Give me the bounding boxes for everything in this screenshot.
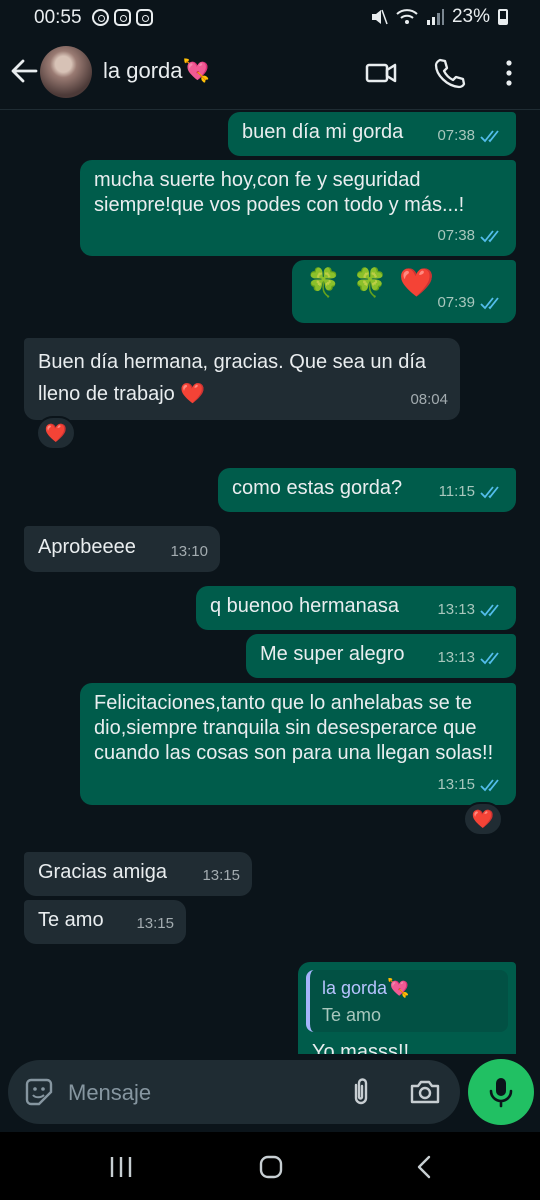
- contact-name-text: la gorda: [103, 58, 183, 83]
- contact-name[interactable]: la gorda💘: [103, 58, 210, 84]
- mute-icon: [371, 9, 388, 25]
- contact-avatar[interactable]: [40, 46, 92, 98]
- quoted-author: la gorda💘: [322, 978, 410, 998]
- message-incoming[interactable]: Buen día hermana, gracias. Que sea un dí…: [24, 338, 460, 420]
- message-outgoing[interactable]: Felicitaciones,tanto que lo anhelabas se…: [80, 683, 516, 805]
- message-incoming[interactable]: Te amo 13:15: [24, 900, 186, 944]
- status-time: 00:55: [34, 7, 82, 28]
- message-outgoing[interactable]: buen día mi gorda 07:38: [228, 112, 516, 156]
- message-meta: 07:38: [437, 223, 504, 248]
- message-outgoing[interactable]: 🍀 🍀 ❤️ 07:39: [292, 260, 516, 323]
- attach-icon[interactable]: [344, 1075, 378, 1109]
- message-outgoing[interactable]: mucha suerte hoy,con fe y seguridad siem…: [80, 160, 516, 256]
- message-time: 07:38: [437, 127, 475, 144]
- message-time: 13:13: [437, 601, 475, 618]
- message-text: como estas gorda?: [232, 477, 403, 499]
- quoted-message[interactable]: la gorda💘 Te amo: [306, 970, 508, 1032]
- message-time: 07:38: [437, 227, 475, 244]
- message-time: 07:39: [437, 294, 475, 311]
- message-time: 13:15: [202, 867, 240, 884]
- read-ticks-icon: [480, 485, 499, 498]
- recent-apps-icon[interactable]: [108, 1154, 134, 1180]
- read-ticks-icon: [480, 651, 499, 664]
- message-meta: 11:15: [439, 479, 504, 504]
- message-input[interactable]: Mensaje: [8, 1060, 460, 1124]
- read-ticks-icon: [480, 129, 499, 142]
- sticker-icon[interactable]: [22, 1075, 56, 1109]
- message-text: buen día mi gorda: [242, 121, 404, 143]
- contact-name-emoji: 💘: [182, 58, 210, 83]
- heart-reaction[interactable]: ❤️: [463, 802, 503, 836]
- message-incoming[interactable]: Gracias amiga 13:15: [24, 852, 252, 896]
- instagram-notification-icon: [114, 9, 131, 26]
- message-meta: 07:39: [437, 290, 504, 315]
- message-text: Gracias amiga: [38, 861, 167, 883]
- message-meta: 08:04: [410, 387, 448, 412]
- message-text: Te amo: [38, 909, 104, 931]
- message-text: Buen día hermana, gracias. Que sea un dí…: [38, 351, 427, 405]
- reaction-emoji: ❤️: [471, 808, 495, 829]
- status-right: 23%: [370, 6, 508, 28]
- back-arrow-icon[interactable]: [10, 56, 38, 86]
- message-meta: 07:38: [437, 123, 504, 148]
- chat-area[interactable]: buen día mi gorda 07:38 mucha suerte hoy…: [0, 110, 540, 1054]
- message-text: Felicitaciones,tanto que lo anhelabas se…: [94, 692, 494, 764]
- home-icon[interactable]: [258, 1154, 284, 1180]
- read-ticks-icon: [480, 229, 499, 242]
- status-bar: 00:55 23%: [0, 0, 540, 36]
- message-meta: 13:15: [136, 911, 174, 936]
- message-time: 08:04: [410, 391, 448, 408]
- message-outgoing[interactable]: Me super alegro 13:13: [246, 634, 516, 678]
- wifi-icon: [396, 9, 418, 24]
- signal-icon: [426, 9, 444, 25]
- voice-call-icon[interactable]: [432, 56, 466, 90]
- chat-header: la gorda💘: [0, 36, 540, 110]
- camera-icon[interactable]: [408, 1075, 442, 1109]
- system-nav-bar: [0, 1132, 540, 1200]
- message-meta: 13:15: [437, 772, 504, 797]
- quoted-text: Te amo: [322, 1005, 382, 1025]
- instagram-notification-icon-2: [136, 9, 153, 26]
- message-text: q buenoo hermanasa: [210, 595, 400, 617]
- battery-icon: [498, 9, 508, 25]
- message-text: Aprobeeee: [38, 536, 136, 558]
- read-ticks-icon: [480, 296, 499, 309]
- heart-reaction[interactable]: ❤️: [36, 416, 76, 450]
- voice-record-button[interactable]: [468, 1059, 534, 1125]
- microphone-icon: [489, 1078, 513, 1108]
- battery-level: 23%: [451, 6, 490, 27]
- message-time: 13:15: [136, 915, 174, 932]
- video-call-icon[interactable]: [364, 56, 398, 90]
- message-time: 13:15: [437, 776, 475, 793]
- message-placeholder: Mensaje: [68, 1080, 152, 1105]
- message-time: 13:10: [170, 543, 208, 560]
- message-time: 13:13: [437, 649, 475, 666]
- reaction-emoji: ❤️: [44, 422, 68, 443]
- message-outgoing[interactable]: q buenoo hermanasa 13:13: [196, 586, 516, 630]
- more-options-icon[interactable]: [492, 56, 526, 90]
- message-text: 🍀 🍀 ❤️: [306, 267, 437, 298]
- message-meta: 13:10: [170, 539, 208, 564]
- message-meta: 13:13: [437, 597, 504, 622]
- whatsapp-notification-icon: [92, 9, 109, 26]
- read-ticks-icon: [480, 603, 499, 616]
- message-outgoing[interactable]: como estas gorda? 11:15: [218, 468, 516, 512]
- message-time: 11:15: [438, 483, 475, 500]
- message-text: mucha suerte hoy,con fe y seguridad siem…: [94, 169, 465, 216]
- message-text: Yo masss!!: [312, 1041, 410, 1054]
- back-nav-icon[interactable]: [412, 1154, 438, 1180]
- message-text: Me super alegro: [260, 643, 405, 665]
- notification-icons: [92, 9, 153, 26]
- message-incoming[interactable]: Aprobeeee 13:10: [24, 526, 220, 572]
- input-bar: Mensaje: [0, 1054, 540, 1132]
- message-meta: 13:13: [437, 645, 504, 670]
- message-meta: 13:15: [202, 863, 240, 888]
- read-ticks-icon: [480, 778, 499, 791]
- message-outgoing-reply[interactable]: la gorda💘 Te amo Yo masss!!: [298, 962, 516, 1054]
